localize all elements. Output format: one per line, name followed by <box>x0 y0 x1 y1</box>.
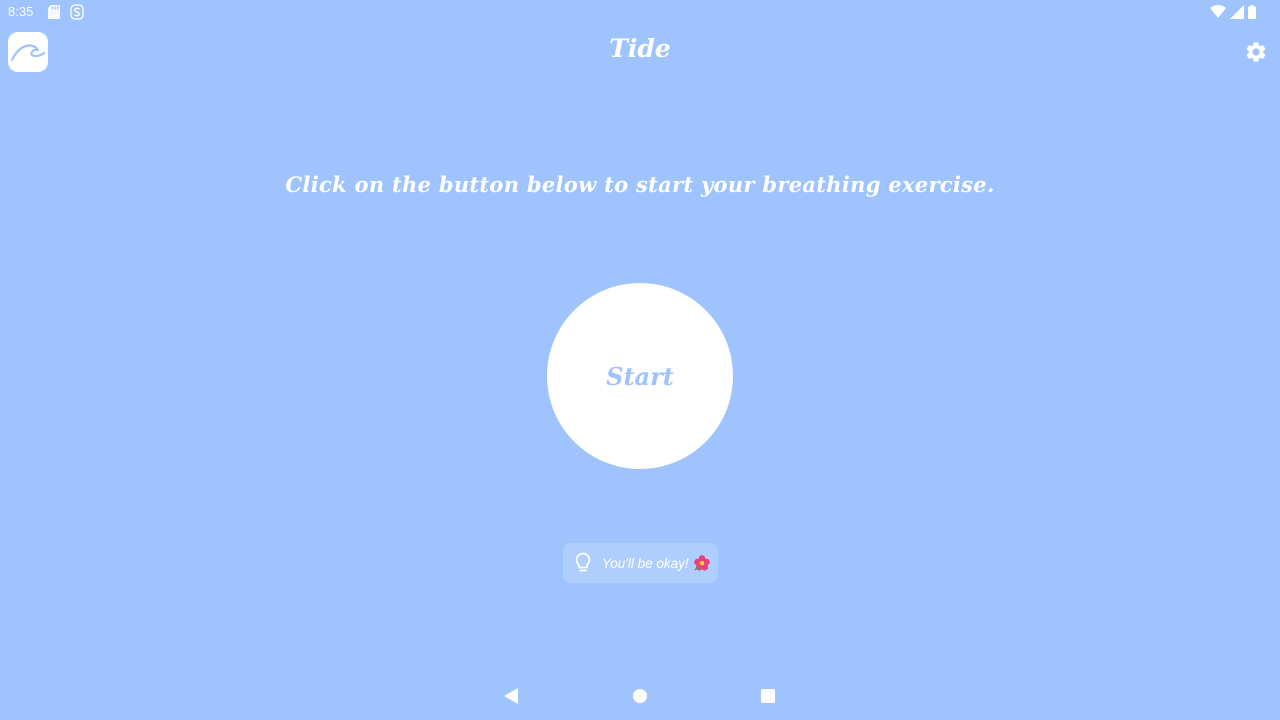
screen: 8:35 Tide Click on the button below to s… <box>0 0 1280 720</box>
tip-chip: You'll be okay! <box>563 543 718 583</box>
instruction-text: Click on the button below to start your … <box>285 172 995 197</box>
wave-icon <box>10 44 46 62</box>
start-button[interactable]: Start <box>547 283 733 469</box>
battery-icon <box>1248 5 1256 19</box>
cell-signal-icon <box>1230 5 1244 19</box>
hibiscus-icon <box>693 555 710 571</box>
status-time: 8:35 <box>8 4 34 19</box>
status-right-icons <box>1210 4 1256 20</box>
gear-icon[interactable] <box>1244 40 1268 64</box>
wifi-icon <box>1210 5 1226 18</box>
navigation-bar <box>0 672 1280 720</box>
sd-card-icon <box>48 5 60 19</box>
app-logo <box>8 32 48 72</box>
lightbulb-icon <box>575 552 591 572</box>
start-button-label: Start <box>606 361 674 391</box>
tip-text: You'll be okay! <box>602 555 689 571</box>
back-triangle-icon[interactable] <box>503 687 519 705</box>
recents-square-icon[interactable] <box>761 689 775 703</box>
s-notification-icon <box>70 4 84 20</box>
app-title: Tide <box>609 34 671 63</box>
status-bar: 8:35 <box>0 0 1280 24</box>
home-circle-icon[interactable] <box>633 689 647 703</box>
